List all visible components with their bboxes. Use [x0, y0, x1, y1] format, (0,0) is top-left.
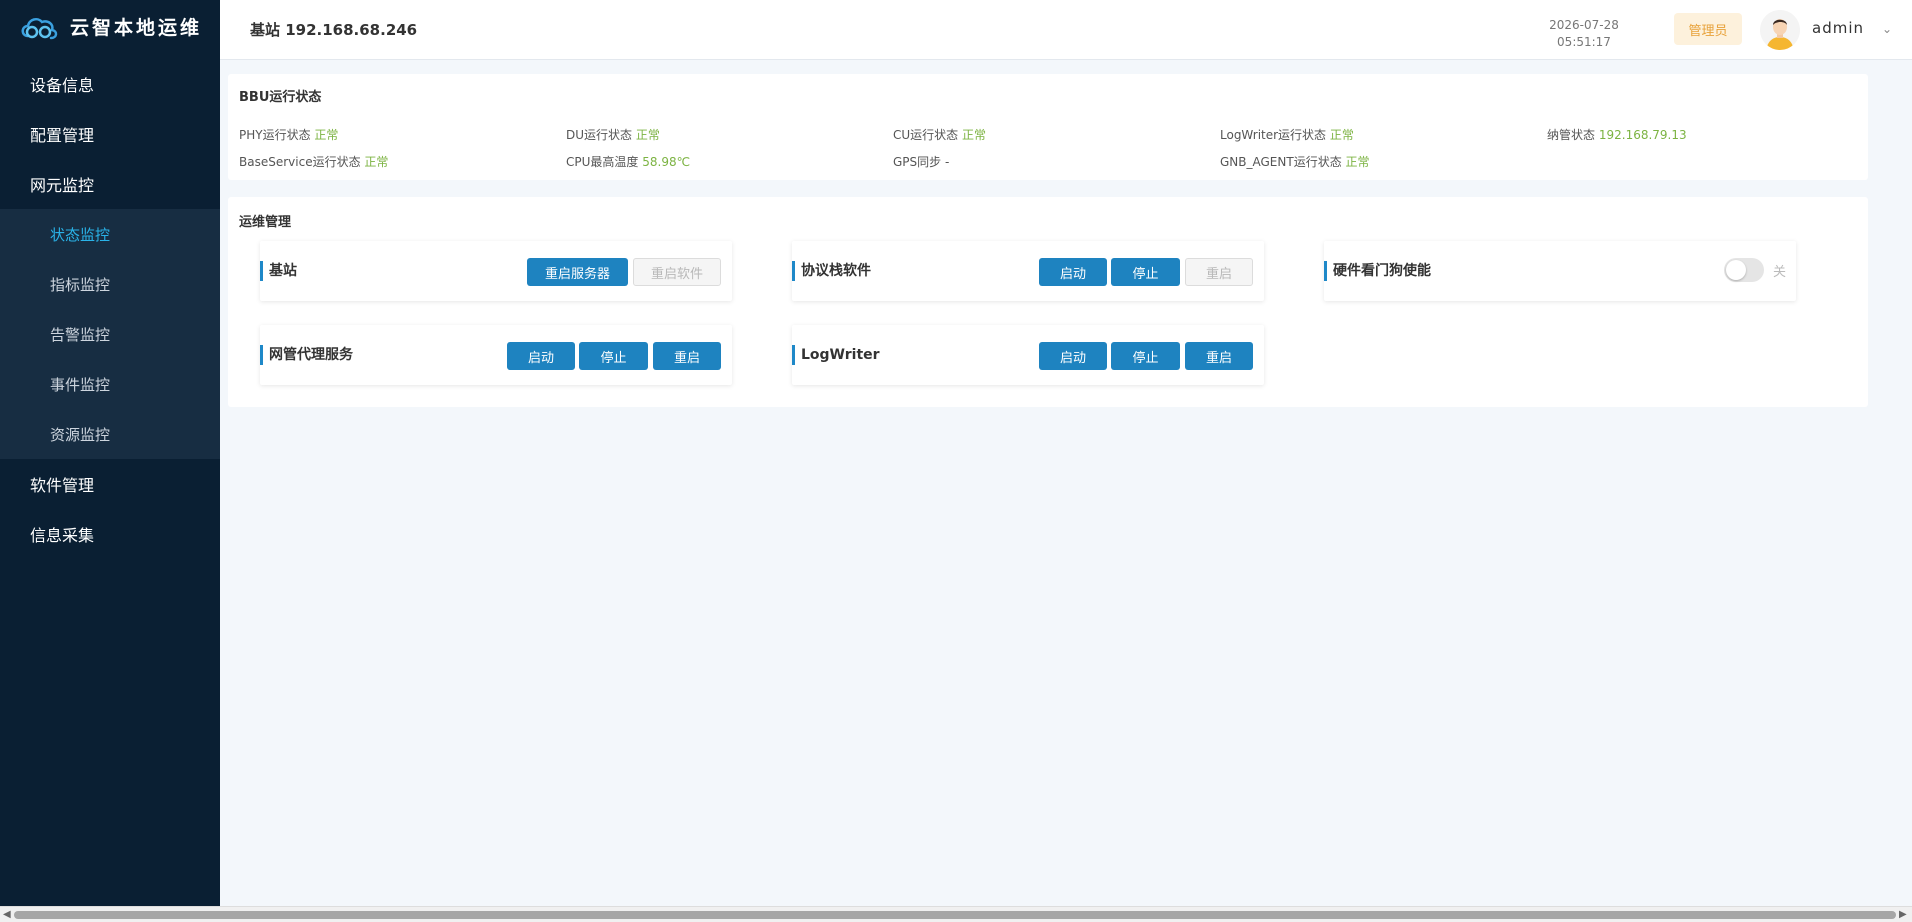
watchdog-state-text: 关 [1773, 265, 1787, 280]
datetime: 2026-07-28 05:51:17 [1544, 17, 1624, 51]
sidebar-subitem-status[interactable]: 状态监控 [0, 209, 220, 259]
user-avatar-icon [1760, 10, 1800, 50]
op-station: 基站 重启服务器 重启软件 [260, 241, 732, 301]
sidebar-item-device-info[interactable]: 设备信息 [0, 59, 220, 109]
op-watchdog: 硬件看门狗使能 关 [1324, 241, 1796, 301]
status-du: DU运行状态 正常 [566, 128, 660, 142]
sidebar-item-config[interactable]: 配置管理 [0, 109, 220, 159]
ops-title: 运维管理 [239, 215, 292, 230]
stack-stop-button[interactable]: 停止 [1111, 258, 1180, 286]
restart-software-button[interactable]: 重启软件 [633, 258, 721, 286]
op-stack: 协议栈软件 启动 停止 重启 [792, 241, 1264, 301]
status-cpu-temp: CPU最高温度 58.98℃ [566, 155, 691, 169]
op-logwriter-label: LogWriter [792, 345, 880, 365]
toggle-knob [1726, 260, 1746, 280]
status-managed: 纳管状态 192.168.79.13 [1547, 128, 1687, 142]
logwriter-stop-button[interactable]: 停止 [1111, 342, 1180, 370]
status-logwriter: LogWriter运行状态 正常 [1220, 128, 1354, 142]
sidebar-item-ne-monitor[interactable]: 网元监控 [0, 159, 220, 209]
op-station-label: 基站 [260, 261, 297, 281]
status-cu: CU运行状态 正常 [893, 128, 987, 142]
scroll-right-icon[interactable]: ▶ [1899, 909, 1907, 920]
restart-server-button[interactable]: 重启服务器 [527, 258, 628, 286]
sidebar: 云智本地运维 设备信息 配置管理 网元监控 状态监控 指标监控 告警监控 事件监… [0, 0, 220, 906]
cloud-logo-icon [21, 17, 58, 40]
status-gnb-agent: GNB_AGENT运行状态 正常 [1220, 155, 1370, 169]
app-logo: 云智本地运维 [0, 0, 220, 52]
agent-start-button[interactable]: 启动 [507, 342, 575, 370]
op-agent-label: 网管代理服务 [260, 345, 353, 365]
scroll-left-icon[interactable]: ◀ [3, 909, 11, 920]
status-baseservice: BaseService运行状态 正常 [239, 155, 389, 169]
stack-restart-button[interactable]: 重启 [1185, 258, 1253, 286]
status-gps: GPS同步 - [893, 155, 950, 169]
stack-start-button[interactable]: 启动 [1039, 258, 1107, 286]
logwriter-start-button[interactable]: 启动 [1039, 342, 1107, 370]
sidebar-subitem-resources[interactable]: 资源监控 [0, 409, 220, 459]
agent-stop-button[interactable]: 停止 [579, 342, 648, 370]
sidebar-subitem-events[interactable]: 事件监控 [0, 359, 220, 409]
sidebar-subitem-alarms[interactable]: 告警监控 [0, 309, 220, 359]
op-logwriter: LogWriter 启动 停止 重启 [792, 325, 1264, 385]
chevron-down-icon[interactable]: ⌄ [1882, 22, 1892, 36]
bbu-status-title: BBU运行状态 [239, 90, 322, 105]
sidebar-item-collection[interactable]: 信息采集 [0, 509, 220, 559]
app-title: 云智本地运维 [70, 16, 203, 39]
page-title: 基站 192.168.68.246 [250, 21, 418, 39]
date-text: 2026-07-28 [1549, 18, 1619, 32]
time-text: 05:51:17 [1557, 35, 1611, 49]
sidebar-item-software[interactable]: 软件管理 [0, 459, 220, 509]
horizontal-scrollbar[interactable]: ◀ ▶ [0, 906, 1912, 922]
op-agent: 网管代理服务 启动 停止 重启 [260, 325, 732, 385]
avatar[interactable] [1760, 10, 1800, 50]
header: 基站 192.168.68.246 2026-07-28 05:51:17 管理… [220, 0, 1912, 60]
role-badge: 管理员 [1674, 13, 1742, 45]
agent-restart-button[interactable]: 重启 [653, 342, 721, 370]
op-stack-label: 协议栈软件 [792, 261, 871, 281]
logwriter-restart-button[interactable]: 重启 [1185, 342, 1253, 370]
bbu-status-card: BBU运行状态 PHY运行状态 正常 DU运行状态 正常 CU运行状态 正常 L… [228, 74, 1868, 180]
sidebar-submenu: 状态监控 指标监控 告警监控 事件监控 资源监控 [0, 209, 220, 459]
ops-card: 运维管理 基站 重启服务器 重启软件 协议栈软件 启动 停止 重启 硬件看门狗使… [228, 197, 1868, 407]
watchdog-toggle[interactable] [1724, 258, 1764, 282]
scrollbar-thumb[interactable] [14, 911, 1896, 919]
status-phy: PHY运行状态 正常 [239, 128, 339, 142]
username[interactable]: admin [1812, 19, 1864, 37]
op-watchdog-label: 硬件看门狗使能 [1324, 261, 1431, 281]
sidebar-subitem-metrics[interactable]: 指标监控 [0, 259, 220, 309]
